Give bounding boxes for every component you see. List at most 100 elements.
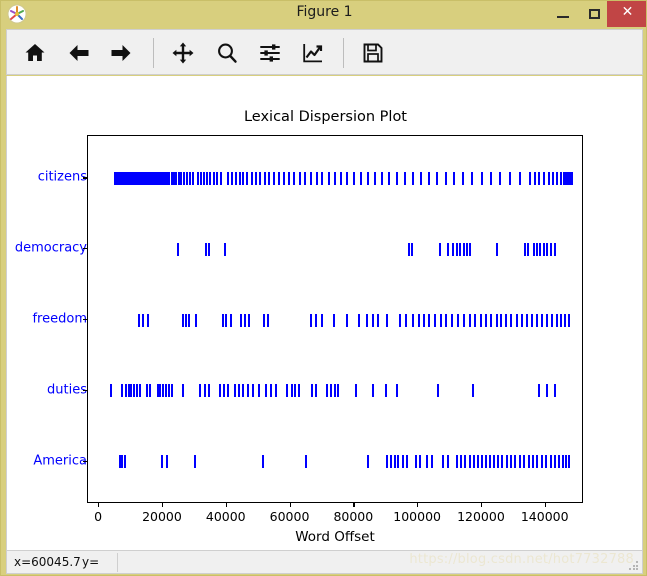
dispersion-mark xyxy=(541,313,544,327)
dispersion-mark xyxy=(385,313,388,327)
dispersion-mark xyxy=(138,313,141,327)
save-floppy-icon xyxy=(355,41,391,65)
dispersion-mark xyxy=(273,171,276,185)
dispersion-mark xyxy=(553,384,556,398)
configure-subplots-button[interactable] xyxy=(252,35,288,71)
dispersion-mark xyxy=(397,455,400,469)
dispersion-mark xyxy=(384,384,387,398)
dispersion-mark xyxy=(120,384,123,398)
dispersion-mark xyxy=(182,384,185,398)
dispersion-mark xyxy=(304,455,307,469)
dispersion-mark xyxy=(247,384,250,398)
toolbar-separator-1 xyxy=(153,38,154,68)
dispersion-mark xyxy=(447,242,450,256)
dispersion-mark xyxy=(199,171,202,185)
dispersion-mark xyxy=(497,455,500,469)
forward-button[interactable] xyxy=(103,35,139,71)
dispersion-mark xyxy=(283,171,286,185)
back-arrow-icon xyxy=(61,41,97,65)
dispersion-mark xyxy=(145,384,148,398)
dispersion-mark xyxy=(167,384,170,398)
dispersion-mark xyxy=(536,313,539,327)
dispersion-mark xyxy=(207,384,210,398)
dispersion-mark xyxy=(445,313,448,327)
home-button[interactable] xyxy=(17,35,53,71)
dispersion-mark xyxy=(552,171,555,185)
edit-axis-button[interactable] xyxy=(295,35,331,71)
dispersion-mark xyxy=(520,313,523,327)
dispersion-mark xyxy=(411,242,414,256)
dispersion-mark xyxy=(463,313,466,327)
dispersion-mark xyxy=(559,171,562,185)
back-button[interactable] xyxy=(61,35,97,71)
x-tick-label: 100000 xyxy=(393,509,441,524)
dispersion-mark xyxy=(488,455,491,469)
dispersion-mark xyxy=(428,313,431,327)
dispersion-mark xyxy=(257,384,260,398)
x-tick-label: 20000 xyxy=(142,509,182,524)
dispersion-mark xyxy=(536,242,539,256)
dispersion-mark xyxy=(396,171,399,185)
dispersion-mark xyxy=(372,313,375,327)
dispersion-mark xyxy=(489,171,492,185)
window-titlebar[interactable]: Figure 1 ✕ xyxy=(1,1,646,27)
maximize-button[interactable] xyxy=(581,1,609,27)
x-tick-mark xyxy=(353,503,355,507)
dispersion-mark xyxy=(207,242,210,256)
dispersion-mark xyxy=(469,313,472,327)
dispersion-mark xyxy=(124,455,126,469)
dispersion-mark xyxy=(523,242,526,256)
dispersion-mark xyxy=(536,455,539,469)
dispersion-mark xyxy=(457,313,460,327)
dispersion-mark xyxy=(358,313,361,327)
dispersion-mark xyxy=(234,171,237,185)
matplotlib-navigation-toolbar xyxy=(6,29,643,75)
dispersion-mark xyxy=(411,171,414,185)
dispersion-mark xyxy=(188,171,191,185)
dispersion-mark xyxy=(224,242,227,256)
dispersion-mark xyxy=(242,171,245,185)
zoom-rect-button[interactable] xyxy=(209,35,245,71)
dispersion-mark xyxy=(329,384,332,398)
dispersion-mark xyxy=(124,384,127,398)
dispersion-mark xyxy=(337,384,340,398)
dispersion-mark xyxy=(198,384,201,398)
dispersion-mark xyxy=(505,455,508,469)
dispersion-mark xyxy=(294,384,297,398)
dispersion-mark xyxy=(197,171,200,185)
x-tick-label: 60000 xyxy=(269,509,310,524)
dispersion-mark xyxy=(414,455,417,469)
figure-canvas[interactable]: Lexical Dispersion Plot citizens democrac… xyxy=(6,76,643,550)
dispersion-mark xyxy=(293,171,296,185)
dispersion-mark xyxy=(176,242,179,256)
status-bar: x=60045.7 y= https://blog.csdn.net/hot77… xyxy=(6,550,643,574)
pan-button[interactable] xyxy=(165,35,201,71)
close-button[interactable]: ✕ xyxy=(607,1,646,27)
dispersion-mark xyxy=(185,171,188,185)
dispersion-mark xyxy=(332,313,335,327)
dispersion-mark xyxy=(476,455,479,469)
dispersion-mark xyxy=(381,171,384,185)
y-tick-label-freedom: freedom xyxy=(32,311,87,327)
dispersion-mark xyxy=(426,455,429,469)
resize-grip[interactable] xyxy=(629,561,639,571)
dispersion-mark xyxy=(550,313,553,327)
dispersion-mark xyxy=(146,313,149,327)
dispersion-mark xyxy=(444,171,447,185)
dispersion-mark xyxy=(532,455,535,469)
dispersion-mark xyxy=(274,384,277,398)
dispersion-mark xyxy=(436,171,439,185)
dispersion-mark xyxy=(531,313,534,327)
dispersion-mark xyxy=(194,455,197,469)
minimize-button[interactable] xyxy=(549,1,577,27)
dispersion-mark xyxy=(462,242,465,256)
dispersion-mark xyxy=(459,242,462,256)
dispersion-mark xyxy=(234,384,237,398)
dispersion-mark xyxy=(212,171,215,185)
x-tick-label: 120000 xyxy=(457,509,505,524)
dispersion-mark xyxy=(447,455,450,469)
dispersion-mark xyxy=(191,171,194,185)
dispersion-mark xyxy=(205,171,208,185)
pan-move-icon xyxy=(165,41,201,65)
save-figure-button[interactable] xyxy=(355,35,391,71)
